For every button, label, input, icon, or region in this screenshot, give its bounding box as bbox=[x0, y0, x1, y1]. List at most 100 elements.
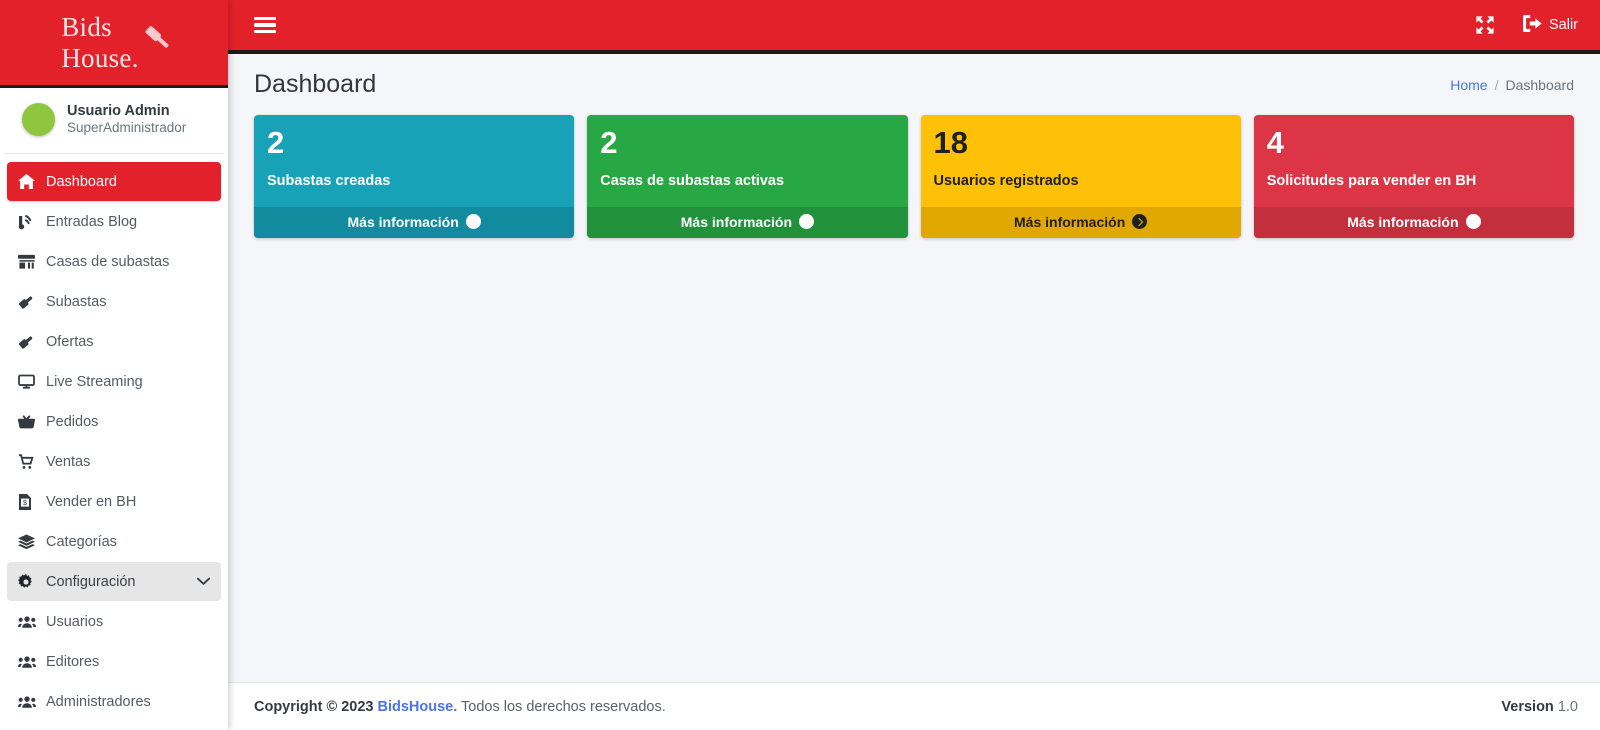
footer-version-label: Version bbox=[1501, 698, 1554, 715]
sidebar-item-editores[interactable]: Editores bbox=[7, 642, 221, 681]
svg-text:$: $ bbox=[23, 500, 27, 507]
stat-label: Casas de subastas activas bbox=[600, 172, 785, 189]
sidebar-item-categorias[interactable]: Categorías bbox=[7, 522, 221, 561]
sidebar-item-pedidos[interactable]: Pedidos bbox=[7, 402, 221, 441]
sidebar-item-label: Ofertas bbox=[46, 333, 94, 350]
sidebar-item-label: Dashboard bbox=[46, 173, 117, 190]
user-name: Usuario Admin bbox=[67, 103, 170, 119]
arrow-circle-right-icon bbox=[1132, 214, 1148, 230]
avatar bbox=[22, 103, 55, 136]
more-info-label: Más información bbox=[680, 213, 792, 230]
sidebar-item-label: Categorías bbox=[46, 533, 117, 550]
more-info-link[interactable]: Más información bbox=[254, 206, 575, 238]
basket-icon bbox=[18, 414, 42, 430]
sidebar-item-label: Editores bbox=[46, 653, 100, 670]
sidebar-item-configuracion[interactable]: Configuración bbox=[7, 562, 221, 601]
sidebar-item-label: Live Streaming bbox=[46, 373, 143, 390]
brand-text: Bids House. bbox=[57, 12, 139, 74]
more-info-label: Más información bbox=[347, 213, 459, 230]
arrow-circle-right-icon bbox=[799, 214, 814, 230]
stat-value: 18 bbox=[933, 125, 968, 160]
arrow-circle-right-icon bbox=[465, 214, 481, 230]
footer-copyright: Copyright © 2023 bbox=[254, 698, 374, 715]
footer-brand-link[interactable]: BidsHouse. bbox=[378, 699, 458, 715]
sidebar-item-label: Usuarios bbox=[46, 613, 104, 630]
sidebar-item-label: Vender en BH bbox=[46, 493, 137, 510]
stat-card-subastas-creadas: 2 Subastas creadas Más información bbox=[254, 115, 575, 238]
sidebar-item-label: Ventas bbox=[46, 453, 91, 470]
sidebar-item-label: Administradores bbox=[46, 693, 151, 710]
expand-arrows-icon[interactable] bbox=[1475, 15, 1495, 35]
stat-value: 2 bbox=[267, 125, 285, 160]
stat-card-casas-activas: 2 Casas de subastas activas Más informac… bbox=[587, 115, 908, 238]
blog-rss-icon bbox=[18, 214, 42, 230]
stat-card-solicitudes-vender: 4 Solicitudes para vender en BH Más info… bbox=[1253, 115, 1574, 238]
logout-button[interactable]: Salir bbox=[1522, 14, 1578, 36]
main-area: Salir Dashboard Home / Dashboard 2 Subas… bbox=[228, 0, 1600, 730]
desktop-icon bbox=[18, 374, 42, 389]
stat-value: 2 bbox=[600, 125, 618, 160]
sidebar-item-entradas-blog[interactable]: Entradas Blog bbox=[7, 202, 221, 241]
sidebar-item-ventas[interactable]: Ventas bbox=[7, 442, 221, 481]
content-body: 2 Subastas creadas Más información 2 Cas… bbox=[228, 109, 1600, 682]
more-info-link[interactable]: Más información bbox=[587, 206, 908, 238]
stat-label: Solicitudes para vender en BH bbox=[1266, 172, 1477, 189]
layers-icon bbox=[18, 533, 42, 550]
sidebar-item-label: Subastas bbox=[46, 293, 107, 310]
gavel-icon bbox=[18, 294, 42, 310]
more-info-link[interactable]: Más información bbox=[920, 206, 1241, 238]
more-info-label: Más información bbox=[1014, 213, 1126, 230]
user-panel[interactable]: Usuario Admin SuperAdministrador bbox=[4, 88, 224, 154]
content-header: Dashboard Home / Dashboard bbox=[228, 54, 1600, 109]
users-icon bbox=[18, 655, 42, 669]
sidebar-item-subastas[interactable]: Subastas bbox=[7, 282, 221, 321]
brand-line-2: House. bbox=[61, 42, 139, 73]
page-title: Dashboard bbox=[254, 70, 377, 98]
more-info-label: Más información bbox=[1347, 213, 1459, 230]
store-icon bbox=[18, 254, 42, 270]
footer: Copyright © 2023 BidsHouse. Todos los de… bbox=[228, 682, 1600, 730]
sidebar-nav: Dashboard Entradas Blog Casas de subasta… bbox=[0, 154, 228, 730]
stat-label: Subastas creadas bbox=[267, 172, 391, 189]
sidebar-item-label: Configuración bbox=[46, 573, 136, 590]
breadcrumb-home[interactable]: Home bbox=[1450, 77, 1487, 93]
sidebar-item-label: Casas de subastas bbox=[46, 253, 170, 270]
sidebar-item-live-streaming[interactable]: Live Streaming bbox=[7, 362, 221, 401]
chevron-down-icon[interactable] bbox=[196, 575, 211, 589]
sidebar-item-administradores[interactable]: Administradores bbox=[7, 682, 221, 721]
footer-version-number: 1.0 bbox=[1557, 698, 1578, 715]
sidebar-item-usuarios[interactable]: Usuarios bbox=[7, 602, 221, 641]
users-icon bbox=[18, 695, 42, 709]
more-info-link[interactable]: Más información bbox=[1253, 206, 1574, 238]
stat-cards: 2 Subastas creadas Más información 2 Cas… bbox=[254, 115, 1574, 238]
stat-card-usuarios-registrados: 18 Usuarios registrados Más información bbox=[920, 115, 1241, 238]
gavel-icon bbox=[137, 24, 171, 58]
hamburger-icon[interactable] bbox=[254, 13, 276, 37]
breadcrumb: Home / Dashboard bbox=[1450, 77, 1574, 93]
brand-logo[interactable]: Bids House. bbox=[0, 0, 228, 88]
sidebar: Bids House. Usuario Admin SuperAdministr… bbox=[0, 0, 228, 730]
sidebar-item-label: Entradas Blog bbox=[46, 213, 138, 230]
sign-out-icon bbox=[1522, 14, 1542, 36]
sidebar-item-vender-en-bh[interactable]: $ Vender en BH bbox=[7, 482, 221, 521]
topbar: Salir bbox=[228, 0, 1600, 54]
gavel-icon bbox=[18, 334, 42, 350]
sidebar-item-ofertas[interactable]: Ofertas bbox=[7, 322, 221, 361]
sidebar-item-label: Pedidos bbox=[46, 413, 99, 430]
breadcrumb-separator: / bbox=[1494, 76, 1499, 93]
logout-label: Salir bbox=[1548, 17, 1578, 33]
arrow-circle-right-icon bbox=[1465, 214, 1481, 230]
admin-dashboard-page: Bids House. Usuario Admin SuperAdministr… bbox=[0, 0, 1600, 730]
brand-line-1: Bids bbox=[61, 11, 112, 42]
stat-value: 4 bbox=[1266, 125, 1284, 160]
cart-icon bbox=[18, 453, 42, 470]
sidebar-item-casas-de-subastas[interactable]: Casas de subastas bbox=[7, 242, 221, 281]
user-role: SuperAdministrador bbox=[67, 120, 187, 136]
breadcrumb-current: Dashboard bbox=[1505, 76, 1575, 93]
sidebar-item-dashboard[interactable]: Dashboard bbox=[7, 162, 221, 201]
footer-rights: Todos los derechos reservados. bbox=[461, 698, 666, 715]
gear-icon bbox=[18, 573, 42, 590]
stat-label: Usuarios registrados bbox=[933, 172, 1079, 189]
users-icon bbox=[18, 615, 42, 629]
home-icon bbox=[18, 174, 42, 189]
